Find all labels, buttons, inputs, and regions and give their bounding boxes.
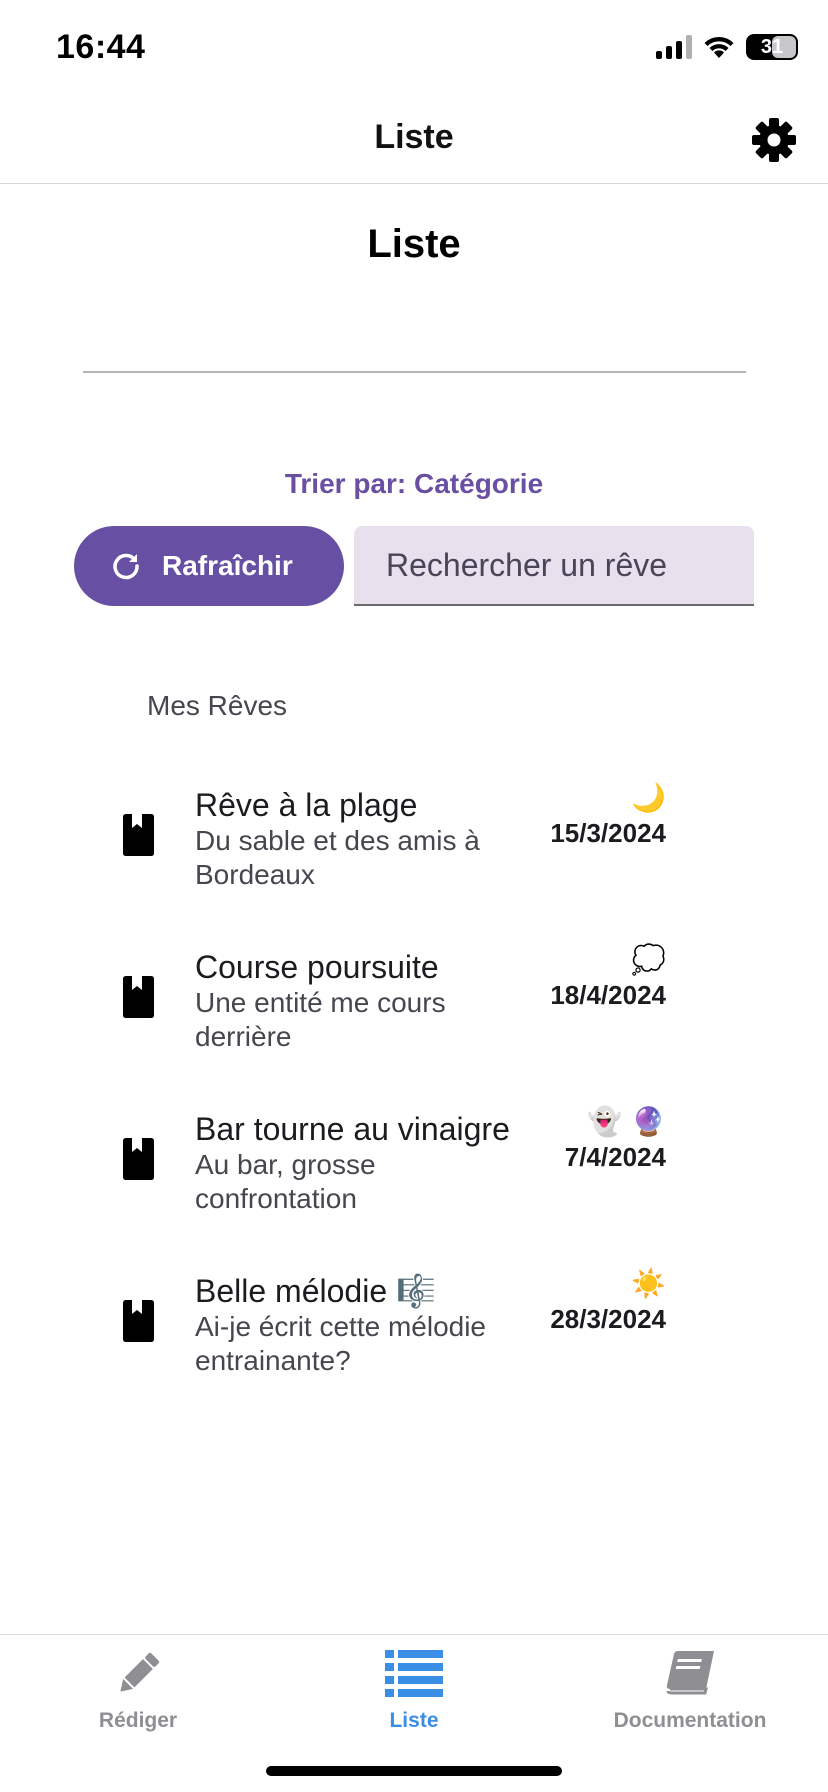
dream-emoji: 🌙 xyxy=(631,781,666,814)
battery-icon: 31 xyxy=(746,34,798,60)
refresh-icon xyxy=(113,553,139,580)
tab-liste[interactable]: Liste xyxy=(276,1647,552,1733)
book-icon xyxy=(123,1138,154,1180)
status-bar: 16:44 31 xyxy=(0,0,828,96)
dream-list: Rêve à la plage Du sable et des amis à B… xyxy=(0,770,828,1418)
refresh-button[interactable]: Rafraîchir xyxy=(74,526,344,606)
list-icon xyxy=(385,1650,443,1697)
status-icons: 31 xyxy=(656,34,798,60)
dream-description: Au bar, grosse confrontation xyxy=(195,1149,376,1214)
dream-title: Rêve à la plage xyxy=(195,787,418,823)
status-time: 16:44 xyxy=(56,28,146,66)
book-icon xyxy=(123,976,154,1018)
book-icon xyxy=(123,1300,154,1342)
cellular-signal-icon xyxy=(656,35,692,59)
tab-bar: Rédiger Liste Documentation xyxy=(0,1634,828,1792)
dream-description: Du sable et des amis à Bordeaux xyxy=(195,825,480,890)
dream-date: 15/3/2024 xyxy=(550,818,666,848)
pencil-icon xyxy=(120,1652,160,1692)
list-item[interactable]: Belle mélodie 🎼 Ai-je écrit cette mélodi… xyxy=(0,1256,828,1418)
gear-icon[interactable] xyxy=(750,116,798,164)
tab-label: Documentation xyxy=(613,1709,767,1732)
dream-date: 7/4/2024 xyxy=(564,1142,666,1172)
list-item[interactable]: Rêve à la plage Du sable et des amis à B… xyxy=(0,770,828,932)
dream-emoji: ☀️ xyxy=(631,1267,666,1300)
wifi-icon xyxy=(704,36,734,58)
header-title: Liste xyxy=(374,118,454,156)
book-icon xyxy=(123,814,154,856)
dream-title: Bar tourne au vinaigre xyxy=(195,1111,510,1147)
battery-level: 31 xyxy=(760,35,784,58)
tab-label: Rédiger xyxy=(98,1709,178,1732)
search-field[interactable] xyxy=(354,526,754,606)
tab-rediger[interactable]: Rédiger xyxy=(0,1647,276,1733)
dream-description: Une entité me cours derrière xyxy=(195,987,446,1052)
dream-description: Ai-je écrit cette mélodie entrainante? xyxy=(195,1311,487,1376)
tab-documentation[interactable]: Documentation xyxy=(552,1647,828,1733)
sort-toggle[interactable]: Trier par: Catégorie xyxy=(0,468,828,500)
refresh-button-label: Rafraîchir xyxy=(162,550,293,581)
search-input[interactable] xyxy=(386,546,754,584)
dream-title: Course poursuite xyxy=(195,949,439,985)
tab-label: Liste xyxy=(389,1709,439,1732)
dream-title: Belle mélodie 🎼 xyxy=(195,1273,436,1309)
divider xyxy=(83,371,746,373)
list-item[interactable]: Course poursuite Une entité me cours der… xyxy=(0,932,828,1094)
app-header: Liste xyxy=(0,96,828,184)
dream-date: 28/3/2024 xyxy=(550,1304,666,1334)
dream-emoji: 💭 xyxy=(631,943,666,976)
dream-emoji: 👻 🔮 xyxy=(587,1105,666,1138)
page-title: Liste xyxy=(367,222,461,266)
book-icon xyxy=(666,1651,714,1695)
dream-date: 18/4/2024 xyxy=(550,980,666,1010)
list-item[interactable]: Bar tourne au vinaigre Au bar, grosse co… xyxy=(0,1094,828,1256)
section-label: Mes Rêves xyxy=(147,690,288,721)
home-indicator xyxy=(266,1766,562,1776)
